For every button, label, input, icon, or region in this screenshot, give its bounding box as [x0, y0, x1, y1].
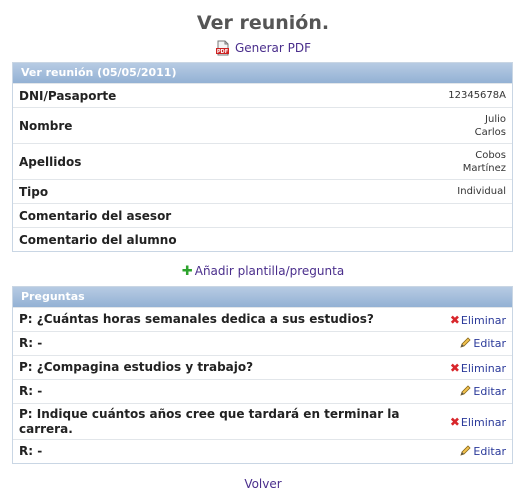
pencil-icon: [460, 385, 471, 396]
delete-button[interactable]: ✖Eliminar: [442, 415, 506, 429]
answer-row: R: - Editar: [13, 331, 512, 355]
value-line: Martínez: [462, 162, 506, 174]
plus-icon: ✚: [181, 264, 193, 279]
field-row-apellidos: Apellidos Cobos Martínez: [13, 143, 512, 179]
answer-row: R: - Editar: [13, 439, 512, 463]
edit-label[interactable]: Editar: [473, 445, 506, 458]
delete-button[interactable]: ✖Eliminar: [442, 361, 506, 375]
field-row-comentario-asesor: Comentario del asesor: [13, 203, 512, 227]
question-row: P: ¿Compagina estudios y trabajo? ✖Elimi…: [13, 355, 512, 379]
red-x-icon: ✖: [449, 312, 460, 327]
answer-text: R: -: [19, 444, 43, 458]
value-line: Julio: [485, 113, 506, 125]
field-row-dni: DNI/Pasaporte 12345678A: [13, 83, 512, 107]
pdf-file-icon: PDF: [215, 40, 231, 56]
delete-label[interactable]: Eliminar: [461, 416, 506, 429]
question-line: carrera.: [19, 421, 73, 436]
edit-label[interactable]: Editar: [473, 385, 506, 398]
field-label: Comentario del alumno: [19, 232, 177, 247]
red-x-icon: ✖: [449, 414, 460, 429]
question-row: P: ¿Cuántas horas semanales dedica a sus…: [13, 307, 512, 331]
edit-label[interactable]: Editar: [473, 337, 506, 350]
field-row-tipo: Tipo Individual: [13, 179, 512, 203]
pencil-icon: [460, 445, 471, 456]
field-label: DNI/Pasaporte: [19, 88, 117, 103]
answer-row: R: - Editar: [13, 379, 512, 403]
field-row-nombre: Nombre Julio Carlos: [13, 107, 512, 143]
add-template-question-link[interactable]: ✚ Añadir plantilla/pregunta: [0, 264, 526, 279]
page-title: Ver reunión.: [196, 12, 330, 34]
value-line: Carlos: [474, 126, 506, 138]
add-template-question-label[interactable]: Añadir plantilla/pregunta: [195, 264, 344, 278]
edit-button[interactable]: Editar: [452, 385, 506, 398]
delete-label[interactable]: Eliminar: [461, 362, 506, 375]
meeting-panel: Ver reunión (05/05/2011) DNI/Pasaporte 1…: [12, 62, 513, 252]
answer-text: R: -: [19, 336, 43, 350]
back-link[interactable]: Volver: [0, 477, 526, 491]
question-text: P: Indique cuántos años cree que tardará…: [19, 407, 400, 437]
field-value: Individual: [457, 186, 506, 197]
question-row: P: Indique cuántos años cree que tardará…: [13, 403, 512, 439]
question-line: P: Indique cuántos años cree que tardará…: [19, 406, 400, 421]
edit-button[interactable]: Editar: [452, 445, 506, 458]
field-label: Nombre: [19, 118, 73, 133]
question-text: P: ¿Cuántas horas semanales dedica a sus…: [19, 312, 374, 326]
questions-panel: Preguntas P: ¿Cuántas horas semanales de…: [12, 286, 513, 464]
svg-text:PDF: PDF: [217, 49, 228, 55]
field-label: Tipo: [19, 184, 49, 199]
field-value: Cobos Martínez: [463, 149, 506, 175]
questions-panel-header: Preguntas: [13, 287, 512, 307]
field-value: 12345678A: [448, 90, 506, 101]
value-line: Cobos: [475, 149, 506, 161]
field-value: Julio Carlos: [475, 113, 506, 139]
field-label: Apellidos: [19, 154, 82, 169]
edit-button[interactable]: Editar: [452, 337, 506, 350]
generate-pdf-link[interactable]: PDF Generar PDF: [0, 40, 526, 56]
question-text: P: ¿Compagina estudios y trabajo?: [19, 360, 254, 374]
answer-text: R: -: [19, 384, 43, 398]
pencil-icon: [460, 337, 471, 348]
meeting-panel-header: Ver reunión (05/05/2011): [13, 63, 512, 83]
field-row-comentario-alumno: Comentario del alumno: [13, 227, 512, 251]
delete-button[interactable]: ✖Eliminar: [442, 313, 506, 327]
generate-pdf-label[interactable]: Generar PDF: [235, 41, 311, 55]
red-x-icon: ✖: [449, 360, 460, 375]
delete-label[interactable]: Eliminar: [461, 314, 506, 327]
field-label: Comentario del asesor: [19, 208, 172, 223]
